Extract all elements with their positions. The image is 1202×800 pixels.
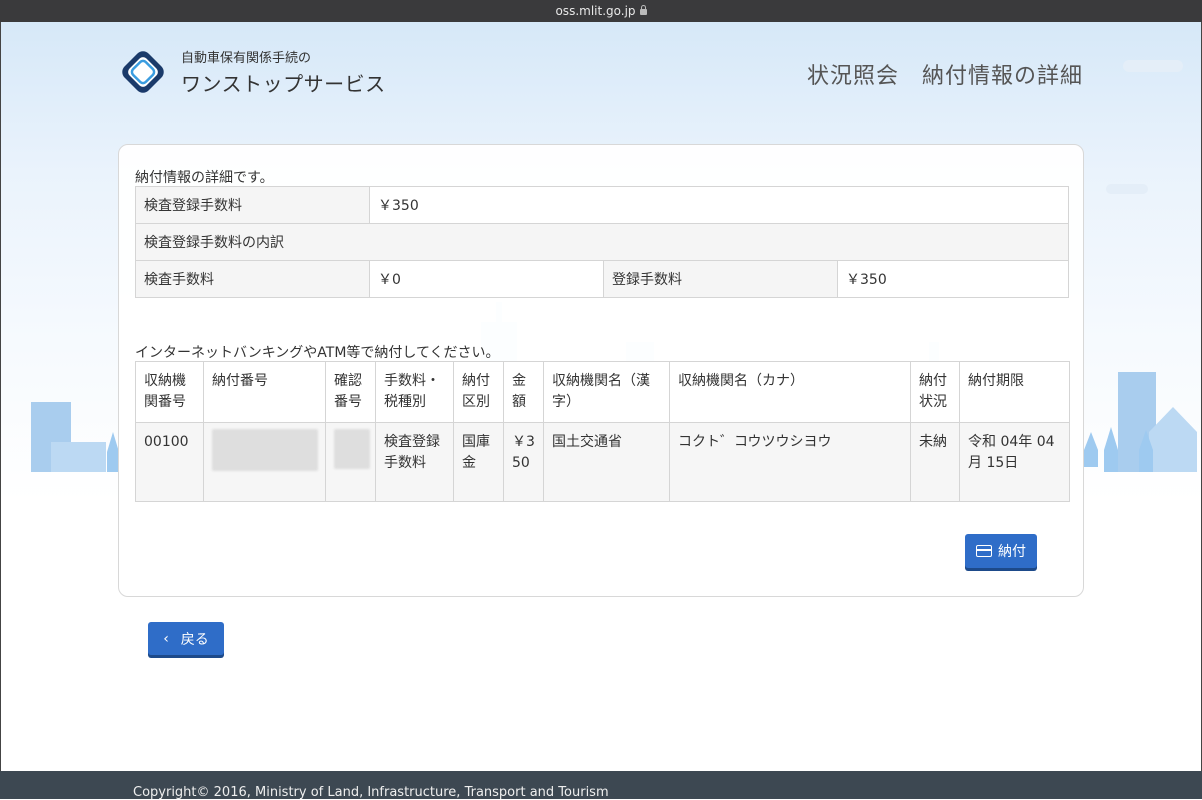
payment-instruction: インターネットバンキングやATM等で納付してください。	[135, 345, 500, 361]
payment-detail-card: 納付情報の詳細です。 検査登録手数料 ￥350 検査登録手数料の内訳 検査手数料…	[118, 144, 1084, 597]
inspection-fee-value: ￥0	[369, 260, 604, 298]
payment-status-cell: 未納	[910, 422, 960, 502]
logo-mark-icon	[122, 51, 164, 93]
column-header: 確認番号	[325, 361, 376, 423]
amount-cell: ￥350	[503, 422, 544, 502]
site-logo[interactable]: 自動車保有関係手続の ワンストップサービス	[117, 46, 386, 98]
lock-icon	[639, 5, 647, 15]
agency-kana-cell: コクト゛コウツウシヨウ	[669, 422, 911, 502]
table-row: 00100 検査登録手数料 国庫金 ￥350 国土交通省 コクト゛コウツウシヨウ…	[135, 422, 1070, 502]
pay-button[interactable]: 納付	[965, 534, 1037, 568]
payment-category-cell: 国庫金	[453, 422, 504, 502]
redacted-payment-number	[212, 429, 318, 471]
table-header-row: 収納機関番号 納付番号 確認番号 手数料・税種別 納付区別 金額 収納機関名（漢…	[135, 361, 1070, 423]
intro-text: 納付情報の詳細です。	[135, 170, 274, 186]
fee-value: ￥350	[369, 186, 1069, 224]
column-header: 納付区別	[453, 361, 504, 423]
pay-button-label: 納付	[998, 544, 1026, 560]
back-button[interactable]: ‹ 戻る	[148, 622, 224, 655]
registration-fee-value: ￥350	[837, 260, 1069, 298]
column-header: 納付状況	[910, 361, 960, 423]
agency-kanji-cell: 国土交通省	[543, 422, 670, 502]
page-footer: Copyright© 2016, Ministry of Land, Infra…	[0, 771, 1202, 800]
inspection-fee-label: 検査手数料	[135, 260, 370, 298]
credit-card-icon	[976, 545, 992, 557]
fee-type-cell: 検査登録手数料	[375, 422, 454, 502]
agency-number-cell: 00100	[135, 422, 204, 502]
payment-number-cell	[203, 422, 326, 502]
logo-subtitle: 自動車保有関係手続の	[181, 51, 312, 66]
payment-deadline-cell: 令和 04年 04月 15日	[959, 422, 1070, 502]
browser-url-bar[interactable]: oss.mlit.go.jp	[0, 0, 1202, 22]
registration-fee-label: 登録手数料	[603, 260, 838, 298]
column-header: 収納機関番号	[135, 361, 204, 423]
copyright-text: Copyright© 2016, Ministry of Land, Infra…	[133, 785, 609, 800]
column-header: 収納機関名（漢字）	[543, 361, 670, 423]
confirmation-number-cell	[325, 422, 376, 502]
fee-label: 検査登録手数料	[135, 186, 370, 224]
page-title: 状況照会 納付情報の詳細	[806, 64, 1083, 89]
column-header: 納付番号	[203, 361, 326, 423]
breakdown-label: 検査登録手数料の内訳	[135, 223, 1069, 261]
url-text: oss.mlit.go.jp	[555, 4, 636, 18]
redacted-confirmation-number	[334, 429, 370, 469]
fee-summary-table: 検査登録手数料 ￥350 検査登録手数料の内訳 検査手数料 ￥0 登録手数料 ￥…	[135, 186, 1069, 298]
chevron-left-icon: ‹	[163, 630, 169, 647]
payment-info-table: 収納機関番号 納付番号 確認番号 手数料・税種別 納付区別 金額 収納機関名（漢…	[135, 361, 1070, 502]
logo-title: ワンストップサービス	[181, 72, 386, 96]
page-background: 自動車保有関係手続の ワンストップサービス 状況照会 納付情報の詳細 納付情報の…	[1, 22, 1201, 771]
column-header: 収納機関名（カナ）	[669, 361, 911, 423]
column-header: 金額	[503, 361, 544, 423]
column-header: 手数料・税種別	[375, 361, 454, 423]
column-header: 納付期限	[959, 361, 1070, 423]
back-button-label: 戻る	[180, 631, 209, 648]
